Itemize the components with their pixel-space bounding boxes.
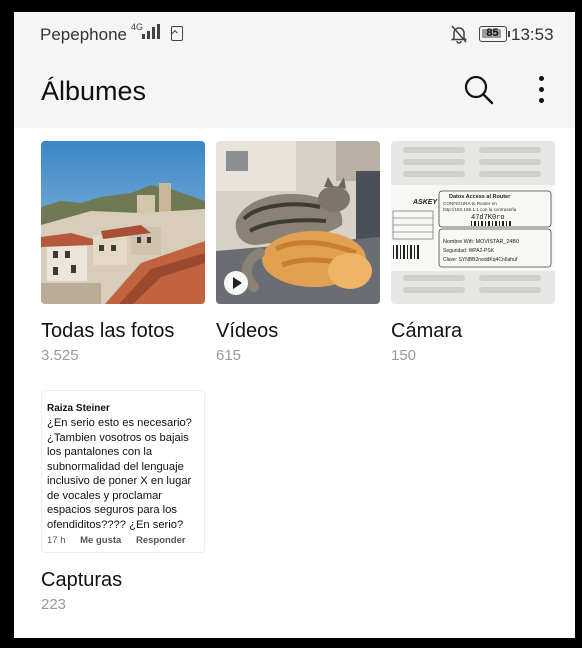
album-name: Todas las fotos (41, 320, 175, 342)
clock: 13:53 (511, 25, 554, 44)
capture-like: Me gusta (80, 535, 122, 546)
top-bar: Pepephone 4G 85 13:53 Álbumes (14, 12, 575, 128)
capture-author: Raiza Steiner (47, 403, 110, 414)
gallery-screen: Pepephone 4G 85 13:53 Álbumes Todas las … (14, 12, 575, 638)
album-screenshots[interactable]: Raiza Steiner ¿En serio esto es necesari… (41, 390, 205, 613)
album-count: 223 (41, 596, 67, 613)
album-name: Vídeos (216, 320, 279, 342)
router-security: Seguridad: WPA2-PSK (443, 248, 495, 254)
town-photo (41, 141, 205, 304)
capture-time: 17 h (47, 535, 66, 546)
album-name: Cámara (391, 320, 463, 342)
album-count: 150 (391, 347, 417, 364)
album-camera[interactable]: ASKEY Datos Access al Router CONFIGURA t… (391, 141, 555, 364)
router-header: Datos Access al Router (449, 194, 511, 200)
capture-footer: 17 h Me gusta Responder (47, 535, 198, 546)
album-thumbnail: ASKEY Datos Access al Router CONFIGURA t… (391, 141, 555, 304)
album-videos[interactable]: Vídeos 615 (216, 141, 380, 364)
network-type: 4G (131, 22, 143, 32)
album-thumbnail: Raiza Steiner ¿En serio esto es necesari… (41, 390, 205, 553)
search-icon[interactable] (463, 74, 495, 106)
capture-reply: Responder (135, 535, 186, 546)
album-name: Capturas (41, 569, 123, 591)
album-all-photos[interactable]: Todas las fotos 3.525 (41, 141, 205, 364)
album-thumbnail (216, 141, 380, 304)
album-count: 615 (216, 347, 242, 364)
album-thumbnail (41, 141, 205, 304)
router-line1: CONFIGURA tu Router en (443, 201, 497, 206)
capture-text: ¿En serio esto es necesario? ¿Tambien vo… (47, 417, 192, 531)
carrier-name: Pepephone (40, 25, 127, 44)
sim-upload-icon (171, 26, 183, 41)
album-count: 3.525 (41, 347, 79, 364)
router-password: 47d7K0ro (471, 214, 505, 222)
battery-icon: 85 (479, 26, 507, 42)
bell-off-icon (450, 25, 468, 44)
more-options-icon[interactable] (536, 74, 548, 106)
router-line2: http://192.168.1.1 con la contraseña (443, 207, 517, 212)
router-key: Clave: SYNBB2neddKq4Cn6ahuf (443, 257, 518, 263)
signal-icon: 4G (131, 22, 160, 39)
router-brand: ASKEY (412, 199, 438, 206)
router-label-photo: ASKEY Datos Access al Router CONFIGURA t… (391, 141, 555, 304)
status-bar: Pepephone 4G 85 13:53 (14, 12, 575, 54)
router-wifi: Nombre Wifi: MOVISTAR_24B0 (443, 239, 519, 245)
page-title: Álbumes (41, 76, 147, 106)
battery-level: 85 (486, 27, 499, 39)
play-icon (224, 271, 248, 295)
albums-grid: Todas las fotos 3.525 Vídeos 615 ASKEY D… (14, 128, 575, 638)
